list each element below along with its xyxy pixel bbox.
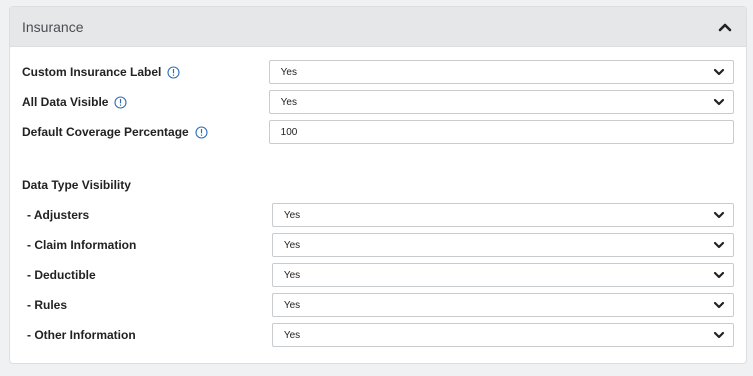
deductible-select[interactable]: Yes: [271, 263, 734, 287]
select-value: Yes: [283, 209, 301, 221]
info-icon[interactable]: [195, 125, 208, 139]
field-label: All Data Visible: [22, 95, 109, 109]
rules-select[interactable]: Yes: [271, 293, 734, 317]
select-value: Yes: [280, 96, 297, 108]
chevron-down-icon: [713, 209, 725, 221]
select-value: Yes: [283, 239, 301, 251]
select-value: Yes: [283, 329, 301, 341]
field-label: Default Coverage Percentage: [22, 125, 189, 139]
chevron-down-icon: [713, 96, 725, 108]
select-value: Yes: [280, 66, 297, 78]
chevron-down-icon: [713, 239, 725, 251]
adjusters-select[interactable]: Yes: [271, 203, 734, 227]
all-data-visible-select[interactable]: Yes: [268, 90, 734, 114]
select-value: Yes: [283, 299, 301, 311]
field-label: Custom Insurance Label: [22, 65, 162, 79]
chevron-up-icon[interactable]: [715, 17, 735, 37]
insurance-panel: Insurance Custom Insurance Label Yes All…: [9, 6, 747, 364]
panel-title: Insurance: [22, 18, 84, 35]
visibility-row-claim-information: - Claim Information Yes: [22, 233, 734, 257]
info-icon[interactable]: [167, 65, 180, 79]
other-information-select[interactable]: Yes: [271, 323, 734, 347]
visibility-row-other-information: - Other Information Yes: [22, 323, 734, 347]
default-coverage-row: Default Coverage Percentage 100: [22, 120, 734, 144]
panel-header[interactable]: Insurance: [10, 7, 746, 47]
field-label: - Adjusters: [27, 208, 90, 222]
custom-insurance-label-row: Custom Insurance Label Yes: [22, 60, 734, 84]
chevron-down-icon: [713, 66, 725, 78]
custom-insurance-label-select[interactable]: Yes: [268, 60, 734, 84]
field-label: - Other Information: [27, 328, 136, 342]
visibility-row-adjusters: - Adjusters Yes: [22, 203, 734, 227]
field-label: - Deductible: [27, 268, 96, 282]
visibility-row-deductible: - Deductible Yes: [22, 263, 734, 287]
all-data-visible-row: All Data Visible Yes: [22, 90, 734, 114]
field-label: - Rules: [27, 298, 68, 312]
chevron-down-icon: [713, 269, 725, 281]
claim-information-select[interactable]: Yes: [271, 233, 734, 257]
field-label: - Claim Information: [27, 238, 137, 252]
data-type-visibility-heading: Data Type Visibility: [22, 178, 131, 192]
info-icon[interactable]: [114, 95, 128, 109]
default-coverage-input[interactable]: 100: [268, 120, 734, 144]
chevron-down-icon: [713, 299, 725, 311]
select-value: Yes: [283, 269, 301, 281]
input-value: 100: [280, 126, 298, 138]
visibility-row-rules: - Rules Yes: [22, 293, 734, 317]
chevron-down-icon: [713, 329, 725, 341]
